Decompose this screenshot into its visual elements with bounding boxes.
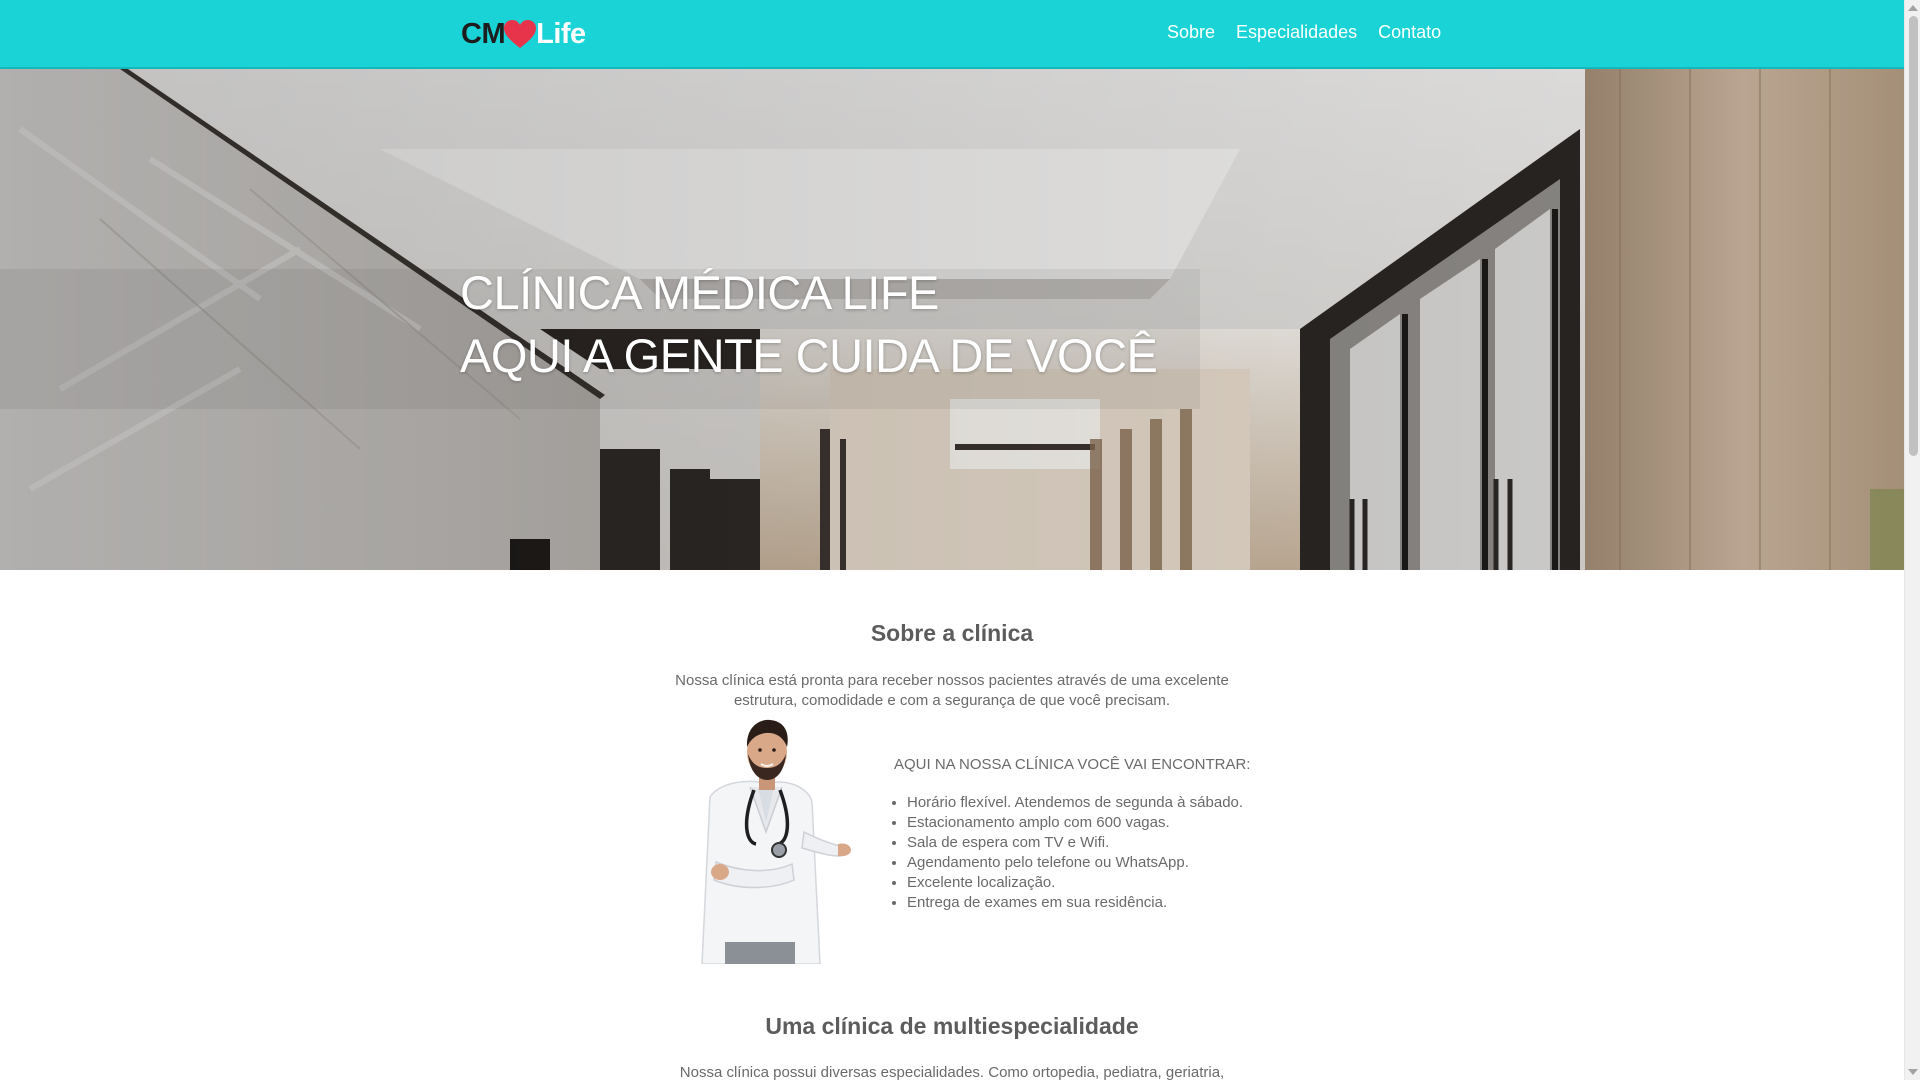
hero-banner: CLÍNICA MÉDICA LIFE AQUI A GENTE CUIDA D… [0, 69, 1904, 570]
specialties-section-title: Uma clínica de multiespecialidade [765, 1013, 1139, 1039]
page: CM Life Sobre Especialidades Contato CLÍ… [0, 0, 1920, 1080]
scrollbar-thumb[interactable] [1909, 16, 1918, 456]
hero-title-line-1: CLÍNICA MÉDICA LIFE [460, 266, 939, 319]
nav-link-especialidades[interactable]: Especialidades [1236, 22, 1357, 43]
features-heading: AQUI NA NOSSA CLÍNICA VOCÊ VAI ENCONTRAR… [894, 756, 1251, 773]
about-description: Nossa clínica está pronta para receber n… [675, 672, 1229, 709]
nav-link-contato[interactable]: Contato [1378, 22, 1441, 43]
logo-text-cm: CM [461, 17, 506, 50]
navbar: CM Life Sobre Especialidades Contato [0, 0, 1904, 69]
about-section-title: Sobre a clínica [870, 620, 1034, 646]
content-area: CM Life Sobre Especialidades Contato CLÍ… [0, 0, 1904, 1080]
features-list: Horário flexível. Atendemos de segunda à… [893, 793, 1353, 913]
list-item: Estacionamento amplo com 600 vagas. [907, 813, 1353, 833]
hero-title: CLÍNICA MÉDICA LIFE AQUI A GENTE CUIDA D… [460, 261, 1158, 387]
list-item: Sala de espera com TV e Wifi. [907, 833, 1353, 853]
heart-icon [503, 19, 537, 49]
list-item: Excelente localização. [907, 873, 1353, 893]
list-item: Agendamento pelo telefone ou WhatsApp. [907, 853, 1353, 873]
hero-title-line-2: AQUI A GENTE CUIDA DE VOCÊ [460, 329, 1158, 382]
list-item: Horário flexível. Atendemos de segunda à… [907, 793, 1353, 813]
nav-link-sobre[interactable]: Sobre [1167, 22, 1215, 43]
doctor-image [680, 712, 852, 965]
features-block: AQUI NA NOSSA CLÍNICA VOCÊ VAI ENCONTRAR… [893, 756, 1353, 913]
specialties-description: Nossa clínica possui diversas especialid… [679, 1064, 1225, 1080]
list-item: Entrega de exames em sua residência. [907, 893, 1353, 913]
vertical-scrollbar[interactable] [1904, 0, 1920, 1080]
logo[interactable]: CM Life [461, 16, 586, 52]
scroll-down-arrow-icon[interactable] [1908, 1069, 1918, 1075]
scroll-up-arrow-icon[interactable] [1908, 5, 1918, 11]
logo-text-life: Life [536, 17, 586, 50]
main-nav: Sobre Especialidades Contato [1167, 22, 1441, 43]
